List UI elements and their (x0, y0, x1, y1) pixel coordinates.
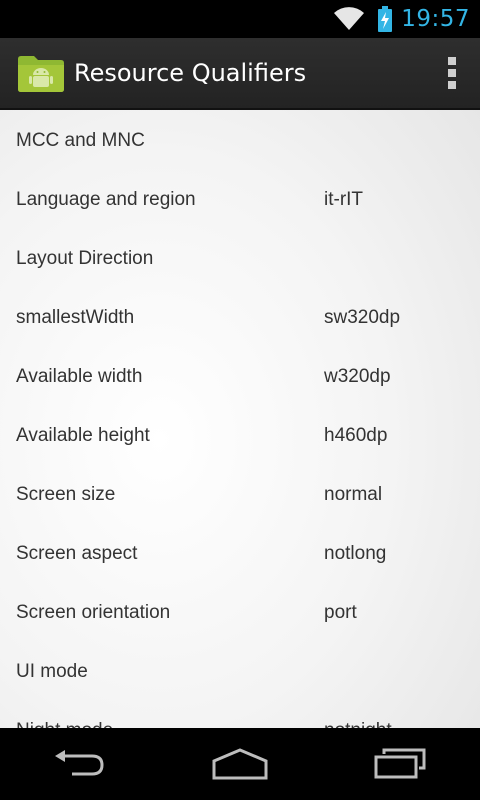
row-value: it-rIT (324, 188, 364, 210)
android-folder-icon[interactable] (16, 53, 66, 93)
list-item: Night mode notnight (0, 701, 480, 729)
row-label: UI mode (16, 660, 88, 682)
list-item: Available width w320dp (0, 347, 480, 406)
row-value: notnight (324, 720, 392, 729)
list-item: MCC and MNC (0, 111, 480, 170)
row-value: sw320dp (324, 306, 401, 328)
row-label: Screen size (16, 483, 116, 505)
list-item: Screen aspect notlong (0, 524, 480, 583)
overflow-menu-icon (448, 57, 456, 89)
back-button[interactable] (30, 728, 130, 800)
overflow-menu-button[interactable] (424, 37, 480, 109)
back-icon (55, 750, 104, 776)
list-item: Language and region it-rIT (0, 170, 480, 229)
battery-charging-icon (378, 6, 393, 32)
navigation-bar (0, 728, 480, 800)
list-item: Layout Direction (0, 229, 480, 288)
list-item: Screen size normal (0, 465, 480, 524)
row-label: Available height (16, 424, 150, 446)
row-label: Night mode (16, 720, 113, 729)
home-icon (212, 748, 268, 780)
clock: 19:57 (401, 6, 470, 32)
row-label: Available width (16, 365, 143, 387)
row-label: MCC and MNC (16, 129, 145, 151)
row-label: Screen orientation (16, 601, 171, 623)
recent-apps-icon (374, 748, 426, 779)
home-button[interactable] (190, 728, 290, 800)
qualifier-list[interactable]: MCC and MNC Language and region it-rIT L… (0, 110, 480, 728)
page-title: Resource Qualifiers (74, 59, 307, 87)
wifi-icon (334, 7, 365, 30)
recent-apps-button[interactable] (350, 728, 450, 800)
list-item: smallestWidth sw320dp (0, 288, 480, 347)
row-label: smallestWidth (16, 306, 135, 328)
list-item: UI mode (0, 642, 480, 701)
row-value: normal (324, 483, 383, 505)
row-label: Language and region (16, 188, 196, 210)
list-item: Screen orientation port (0, 583, 480, 642)
status-bar: 19:57 (0, 0, 480, 38)
row-label: Screen aspect (16, 542, 138, 564)
row-value: w320dp (324, 365, 391, 387)
row-value: notlong (324, 542, 387, 564)
action-bar: Resource Qualifiers (0, 38, 480, 110)
row-value: port (324, 601, 357, 623)
row-value: h460dp (324, 424, 388, 446)
row-label: Layout Direction (16, 247, 154, 269)
list-item: Available height h460dp (0, 406, 480, 465)
